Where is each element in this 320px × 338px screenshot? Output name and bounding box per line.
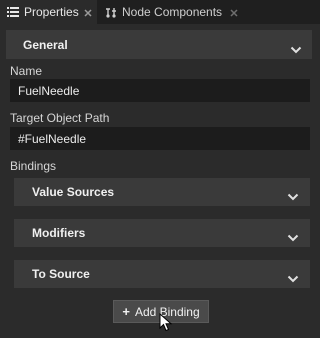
to-source-section-header[interactable]: To Source <box>14 260 310 288</box>
chevron-down-icon <box>290 41 302 54</box>
tab-properties[interactable]: Properties <box>0 0 97 24</box>
target-object-path-field[interactable]: #FuelNeedle <box>10 127 310 150</box>
tab-node-components[interactable]: Node Components <box>98 0 248 24</box>
value-sources-title: Value Sources <box>32 185 115 199</box>
general-section-header[interactable]: General <box>6 30 312 59</box>
bindings-label: Bindings <box>10 159 57 173</box>
plus-icon: + <box>122 304 130 319</box>
modifiers-title: Modifiers <box>32 226 86 240</box>
general-section-title: General <box>23 37 68 52</box>
chevron-down-icon <box>287 270 299 283</box>
modifiers-section-header[interactable]: Modifiers <box>14 219 310 247</box>
properties-panel: General Name FuelNeedle Target Object Pa… <box>0 24 320 335</box>
tab-properties-label: Properties <box>24 5 79 19</box>
close-icon[interactable] <box>83 7 93 17</box>
target-object-path-label: Target Object Path <box>10 111 110 125</box>
value-sources-section-header[interactable]: Value Sources <box>14 178 310 206</box>
chevron-down-icon <box>287 229 299 242</box>
tab-bar: Properties Node Components <box>0 0 320 24</box>
to-source-title: To Source <box>32 267 90 281</box>
name-field[interactable]: FuelNeedle <box>10 79 310 102</box>
mouse-cursor-icon <box>159 312 173 333</box>
name-label: Name <box>10 64 43 78</box>
chevron-down-icon <box>287 188 299 201</box>
close-icon[interactable] <box>229 7 239 17</box>
tab-node-components-label: Node Components <box>122 5 223 19</box>
node-components-icon <box>104 5 118 19</box>
list-icon <box>6 5 20 19</box>
